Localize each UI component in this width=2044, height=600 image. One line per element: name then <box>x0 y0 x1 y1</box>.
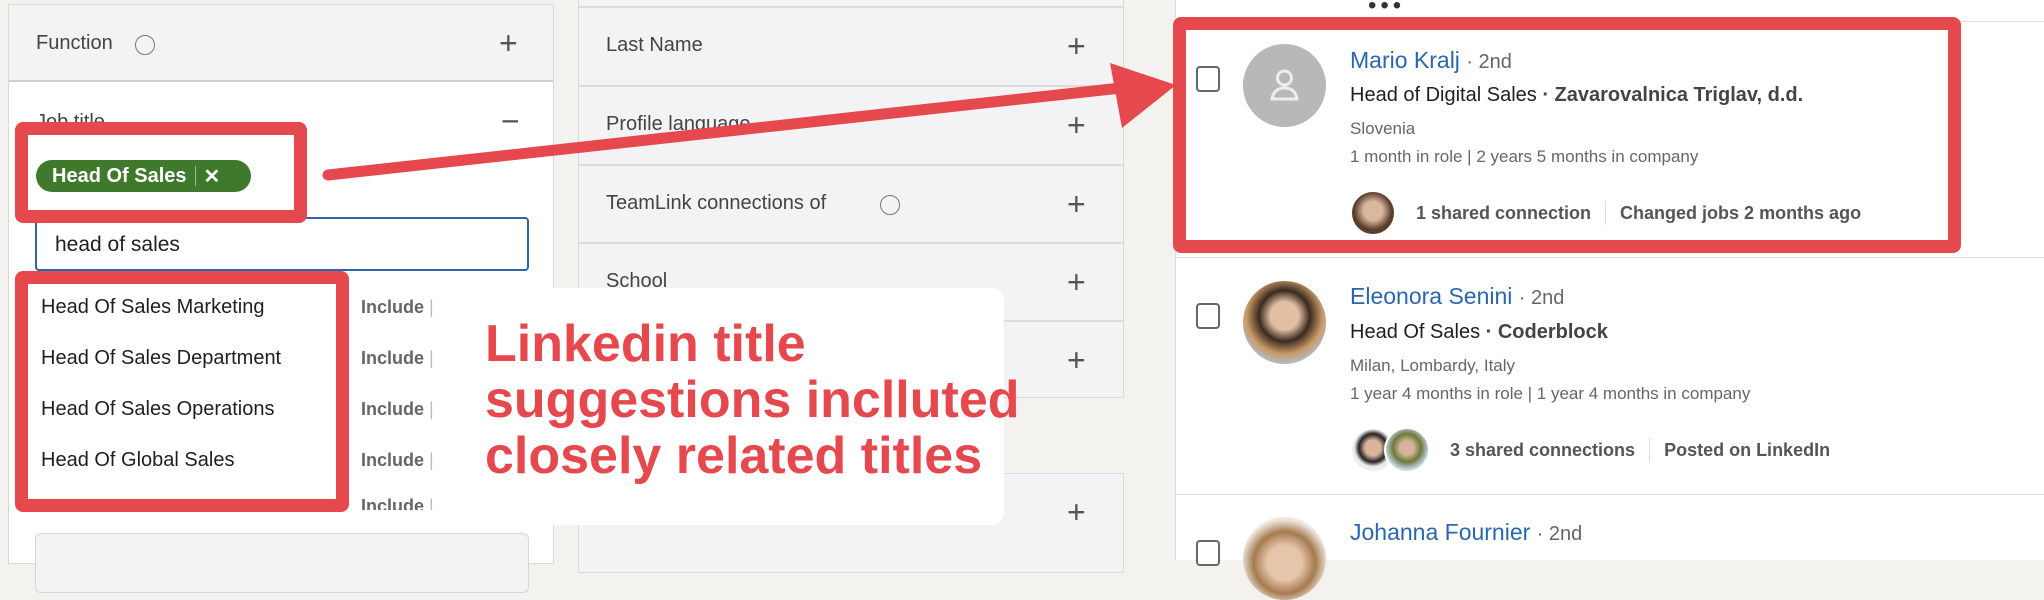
annotation-arrow <box>322 63 1176 181</box>
arrow-shaft <box>322 81 1136 181</box>
arrow-head-icon <box>1110 63 1176 128</box>
